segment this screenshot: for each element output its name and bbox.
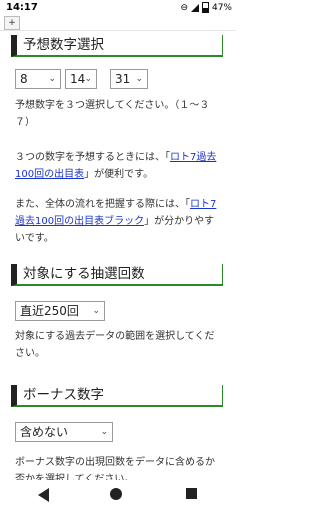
recents-icon[interactable] <box>186 488 197 499</box>
heading-prediction: 予想数字選択 <box>11 35 223 57</box>
status-bar: 14:17 ⊖ 47% <box>0 0 236 16</box>
battery-level: 47% <box>211 2 232 13</box>
chevron-down-icon: ⌄ <box>48 74 56 84</box>
draw-count-select-value: 直近250回 <box>20 304 79 318</box>
home-icon[interactable] <box>110 488 122 500</box>
do-not-disturb-icon: ⊖ <box>180 2 188 13</box>
bonus-select-value: 含めない <box>20 425 69 439</box>
chevron-down-icon: ⌄ <box>84 74 92 84</box>
chevron-down-icon: ⌄ <box>92 306 100 316</box>
draw-count-text: 対象にする過去データの範囲を選択してください。 <box>15 331 215 359</box>
plus-button[interactable]: + <box>4 16 20 30</box>
hint-text-2-pre: また、全体の流れを把握する際には、「 <box>15 199 190 210</box>
nav-bar <box>0 480 236 512</box>
chevron-down-icon: ⌄ <box>100 427 108 437</box>
back-icon[interactable] <box>38 488 49 502</box>
status-time: 14:17 <box>6 2 38 13</box>
status-icons: ⊖ 47% <box>180 2 232 13</box>
number-select-2[interactable]: 14 ⌄ <box>65 69 97 89</box>
heading-bonus: ボーナス数字 <box>11 385 223 407</box>
number-select-2-value: 14 <box>70 72 86 86</box>
instruction-text: 予想数字を３つ選択してください。（１～３７） <box>15 100 210 128</box>
chevron-down-icon: ⌄ <box>135 74 143 84</box>
battery-icon <box>201 2 209 13</box>
number-select-3[interactable]: 31 ⌄ <box>110 69 148 89</box>
number-select-1[interactable]: 8 ⌄ <box>15 69 61 89</box>
hint-text-1-pre: ３つの数字を予想するときには、「 <box>15 152 170 163</box>
bonus-select[interactable]: 含めない ⌄ <box>15 422 113 442</box>
draw-count-select[interactable]: 直近250回 ⌄ <box>15 301 105 321</box>
hint-text-1: ３つの数字を予想するときには、「ロト7過去100回の出目表」が便利です。 <box>15 149 223 183</box>
heading-draw-count: 対象にする抽選回数 <box>11 264 223 286</box>
number-select-1-value: 8 <box>20 72 28 86</box>
hint-text-1-post: 」が便利です。 <box>84 169 154 180</box>
hint-text-2: また、全体の流れを把握する際には、「ロト7過去100回の出目表ブラック」が分かり… <box>15 196 223 247</box>
top-toolbar: + <box>0 16 236 31</box>
signal-icon <box>190 3 199 12</box>
number-select-3-value: 31 <box>115 72 131 86</box>
